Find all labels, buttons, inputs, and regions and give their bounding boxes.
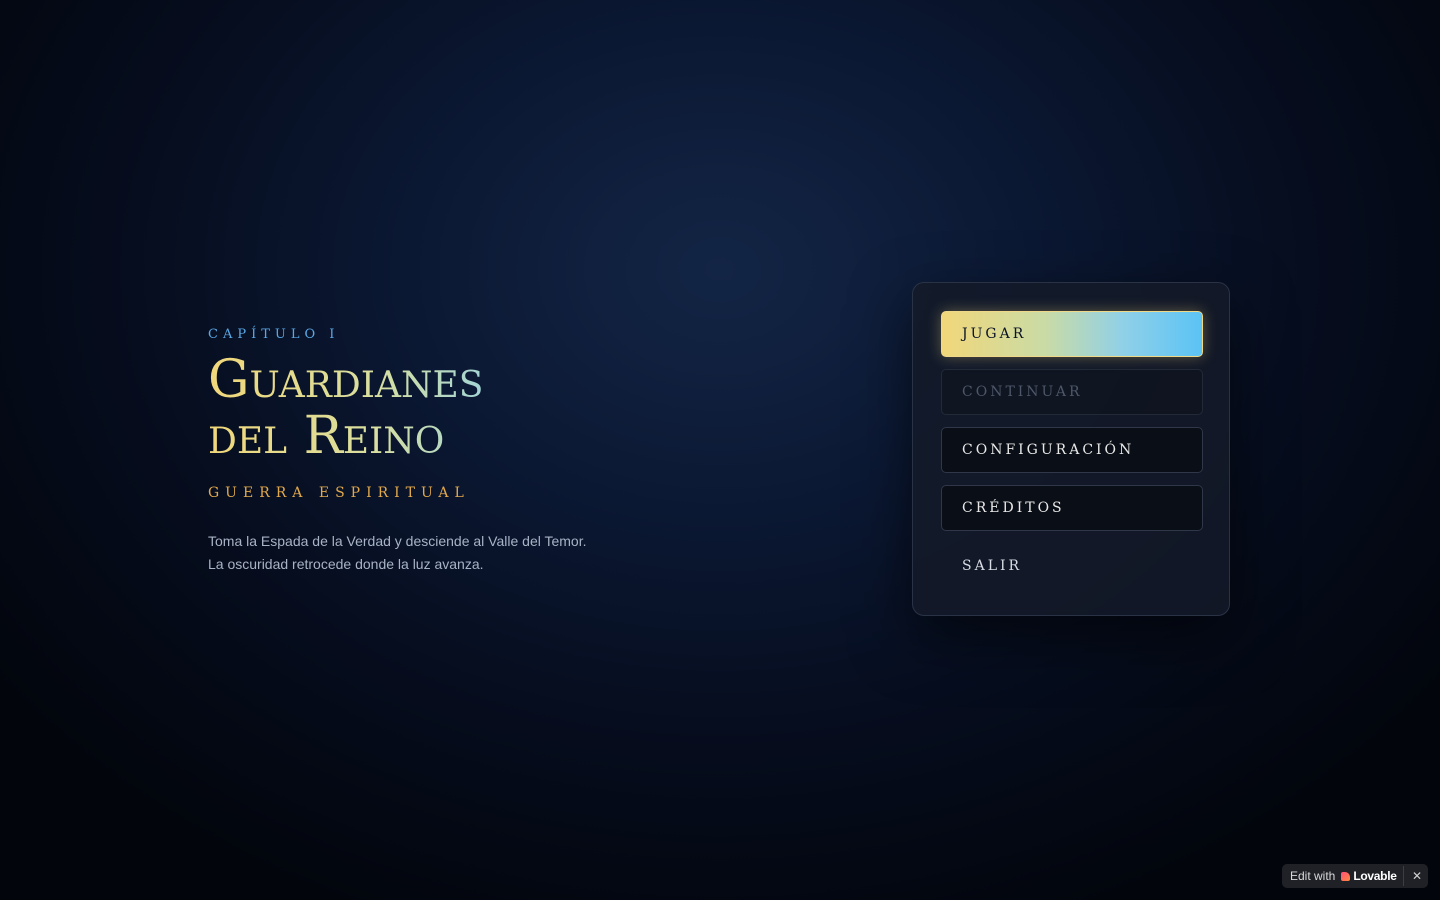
lovable-heart-icon — [1341, 871, 1351, 881]
close-icon[interactable]: ✕ — [1410, 868, 1424, 884]
edit-with-label: Edit with — [1290, 869, 1336, 883]
game-subtitle: GUERRA ESPIRITUAL — [208, 485, 470, 501]
settings-button[interactable]: CONFIGURACIÓN — [941, 427, 1203, 473]
main-menu-panel: JUGAR CONTINUAR CONFIGURACIÓN CRÉDITOS S… — [912, 282, 1230, 616]
badge-divider — [1403, 866, 1404, 886]
game-description: Toma la Espada de la Verdad y desciende … — [208, 533, 587, 572]
hero-section: CAPÍTULO I Guardianes del Reino GUERRA E… — [208, 326, 628, 576]
continue-button[interactable]: CONTINUAR — [941, 369, 1203, 415]
credits-button[interactable]: CRÉDITOS — [941, 485, 1203, 531]
game-title: Guardianes del Reino — [208, 352, 628, 464]
chapter-label: CAPÍTULO I — [208, 327, 340, 342]
edit-with-lovable-badge[interactable]: Edit with Lovable ✕ — [1282, 864, 1428, 888]
exit-button[interactable]: SALIR — [941, 543, 1203, 589]
lovable-brand-label: Lovable — [1353, 869, 1397, 883]
play-button[interactable]: JUGAR — [941, 311, 1203, 357]
